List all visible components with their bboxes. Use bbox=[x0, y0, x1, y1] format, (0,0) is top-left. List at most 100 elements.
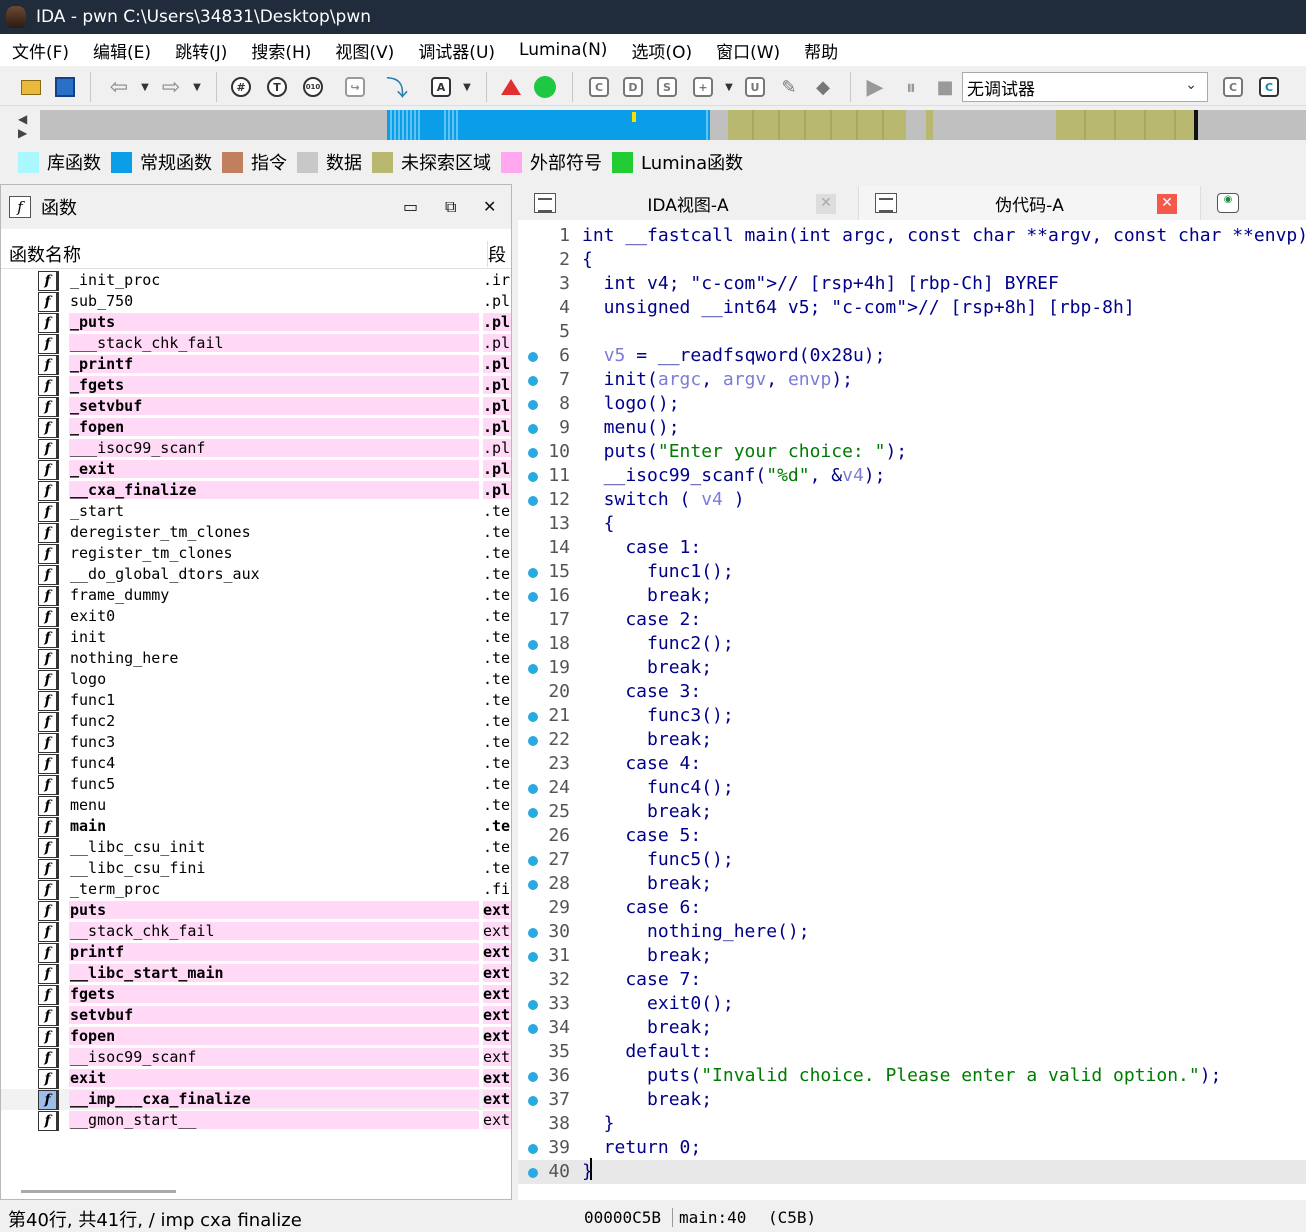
back-dropdown-icon[interactable]: ▼ bbox=[132, 74, 158, 100]
code-line[interactable]: 2{ bbox=[518, 248, 1306, 272]
menu-item-0[interactable]: 文件(F) bbox=[0, 38, 81, 63]
code-line[interactable]: 1 int __fastcall main(int argc, const cha… bbox=[518, 224, 1306, 248]
function-row[interactable]: f printf ext bbox=[1, 942, 511, 963]
struct-icon[interactable]: S bbox=[654, 74, 680, 100]
function-row[interactable]: f _start .te bbox=[1, 501, 511, 522]
code-line[interactable]: 24 func4(); bbox=[518, 776, 1306, 800]
code-line[interactable]: 20 case 3: bbox=[518, 680, 1306, 704]
binary-view-icon[interactable]: 010 bbox=[300, 74, 326, 100]
string-dropdown-icon[interactable]: ▼ bbox=[454, 74, 480, 100]
code-line[interactable]: 28 break; bbox=[518, 872, 1306, 896]
code-line[interactable]: 21 func3(); bbox=[518, 704, 1306, 728]
column-segment[interactable]: 段 bbox=[487, 241, 506, 267]
function-row[interactable]: f menu .te bbox=[1, 795, 511, 816]
function-row[interactable]: f _puts .pl bbox=[1, 312, 511, 333]
menu-item-6[interactable]: Lumina(N) bbox=[507, 40, 619, 60]
code-line[interactable]: 40} bbox=[518, 1160, 1306, 1184]
text-view-icon[interactable]: T bbox=[264, 74, 290, 100]
stop-icon[interactable]: ■ bbox=[932, 74, 958, 100]
attach-icon[interactable]: C bbox=[1220, 74, 1246, 100]
array-dropdown-icon[interactable]: ▼ bbox=[716, 74, 742, 100]
code-line[interactable]: 19 break; bbox=[518, 656, 1306, 680]
code-line[interactable]: 7 init(argc, argv, envp); bbox=[518, 368, 1306, 392]
tab-ida-view[interactable]: IDA视图-A ✕ bbox=[518, 186, 858, 220]
function-row[interactable]: f __libc_csu_fini .te bbox=[1, 858, 511, 879]
function-row[interactable]: f __stack_chk_fail ext bbox=[1, 921, 511, 942]
function-row[interactable]: f ___stack_chk_fail .pl bbox=[1, 333, 511, 354]
function-row[interactable]: f func2 .te bbox=[1, 711, 511, 732]
code-line[interactable]: 8 logo(); bbox=[518, 392, 1306, 416]
function-row[interactable]: f ___isoc99_scanf .pl bbox=[1, 438, 511, 459]
function-row[interactable]: f exit0 .te bbox=[1, 606, 511, 627]
maximize-icon[interactable]: ▭ bbox=[403, 197, 418, 216]
function-row[interactable]: f __libc_start_main ext bbox=[1, 963, 511, 984]
function-row[interactable]: f deregister_tm_clones .te bbox=[1, 522, 511, 543]
flag-icon[interactable] bbox=[498, 74, 524, 100]
code-line[interactable]: 13 { bbox=[518, 512, 1306, 536]
code-line[interactable]: 26 case 5: bbox=[518, 824, 1306, 848]
code-line[interactable]: 18 func2(); bbox=[518, 632, 1306, 656]
save-icon[interactable] bbox=[52, 74, 78, 100]
undefine-icon[interactable]: U bbox=[742, 74, 768, 100]
column-function-name[interactable]: 函数名称 bbox=[9, 241, 81, 267]
refresh-icon[interactable]: C bbox=[1256, 74, 1282, 100]
code-line[interactable]: 9 menu(); bbox=[518, 416, 1306, 440]
code-line[interactable]: 37 break; bbox=[518, 1088, 1306, 1112]
code-line[interactable]: 38 } bbox=[518, 1112, 1306, 1136]
code-line[interactable]: 6 v5 = __readfsqword(0x28u); bbox=[518, 344, 1306, 368]
close-icon[interactable]: ✕ bbox=[483, 197, 496, 216]
navigation-bar[interactable] bbox=[40, 110, 1306, 140]
code-line[interactable]: 5 bbox=[518, 320, 1306, 344]
code-line[interactable]: 10 puts("Enter your choice: "); bbox=[518, 440, 1306, 464]
function-row[interactable]: f func1 .te bbox=[1, 690, 511, 711]
function-row[interactable]: f fgets ext bbox=[1, 984, 511, 1005]
menu-item-1[interactable]: 编辑(E) bbox=[81, 38, 163, 63]
forward-dropdown-icon[interactable]: ▼ bbox=[184, 74, 210, 100]
function-row[interactable]: f _term_proc .fi bbox=[1, 879, 511, 900]
function-row[interactable]: f main .te bbox=[1, 816, 511, 837]
function-row[interactable]: f _fgets .pl bbox=[1, 375, 511, 396]
array-icon[interactable]: + bbox=[690, 74, 716, 100]
menu-item-4[interactable]: 视图(V) bbox=[323, 38, 406, 63]
function-row[interactable]: f func5 .te bbox=[1, 774, 511, 795]
back-arrow-icon[interactable]: ⇦ bbox=[106, 74, 132, 100]
nav-arrows-icon[interactable]: ◀ ▶ bbox=[18, 112, 27, 140]
code-line[interactable]: 11 __isoc99_scanf("%d", &v4); bbox=[518, 464, 1306, 488]
code-line[interactable]: 30 nothing_here(); bbox=[518, 920, 1306, 944]
close-icon[interactable]: ✕ bbox=[1157, 194, 1177, 214]
tab-pseudocode[interactable]: 伪代码-A ✕ bbox=[858, 186, 1200, 220]
function-row[interactable]: f _exit .pl bbox=[1, 459, 511, 480]
function-row[interactable]: f _fopen .pl bbox=[1, 417, 511, 438]
debugger-select[interactable]: 无调试器 ⌄ bbox=[962, 72, 1208, 102]
restore-icon[interactable]: ⧉ bbox=[445, 197, 456, 217]
close-icon[interactable]: ✕ bbox=[816, 194, 836, 214]
function-row[interactable]: f __imp___cxa_finalize ext bbox=[1, 1089, 511, 1110]
function-row[interactable]: f init .te bbox=[1, 627, 511, 648]
function-row[interactable]: f __cxa_finalize .pl bbox=[1, 480, 511, 501]
menu-item-2[interactable]: 跳转(J) bbox=[163, 38, 239, 63]
code-line[interactable]: 39 return 0; bbox=[518, 1136, 1306, 1160]
menu-item-7[interactable]: 选项(O) bbox=[619, 38, 704, 63]
edit-icon[interactable]: ✎ bbox=[776, 74, 802, 100]
code-line[interactable]: 29 case 6: bbox=[518, 896, 1306, 920]
code-icon[interactable]: C bbox=[586, 74, 612, 100]
code-line[interactable]: 22 break; bbox=[518, 728, 1306, 752]
menu-item-9[interactable]: 帮助 bbox=[792, 38, 850, 63]
function-row[interactable]: f exit ext bbox=[1, 1068, 511, 1089]
code-line[interactable]: 23 case 4: bbox=[518, 752, 1306, 776]
tab-hex-view[interactable]: ◉ bbox=[1200, 186, 1306, 220]
function-row[interactable]: f _printf .pl bbox=[1, 354, 511, 375]
code-line[interactable]: 34 break; bbox=[518, 1016, 1306, 1040]
menu-item-8[interactable]: 窗口(W) bbox=[704, 38, 792, 63]
step-down-icon[interactable]: ⤵ bbox=[384, 74, 410, 102]
function-row[interactable]: f setvbuf ext bbox=[1, 1005, 511, 1026]
code-line[interactable]: 25 break; bbox=[518, 800, 1306, 824]
menu-item-5[interactable]: 调试器(U) bbox=[406, 38, 507, 63]
diamond-icon[interactable]: ◆ bbox=[810, 74, 836, 100]
function-row[interactable]: f _setvbuf .pl bbox=[1, 396, 511, 417]
code-line[interactable]: 35 default: bbox=[518, 1040, 1306, 1064]
function-row[interactable]: f fopen ext bbox=[1, 1026, 511, 1047]
function-row[interactable]: f __do_global_dtors_aux .te bbox=[1, 564, 511, 585]
code-line[interactable]: 33 exit0(); bbox=[518, 992, 1306, 1016]
function-row[interactable]: f frame_dummy .te bbox=[1, 585, 511, 606]
